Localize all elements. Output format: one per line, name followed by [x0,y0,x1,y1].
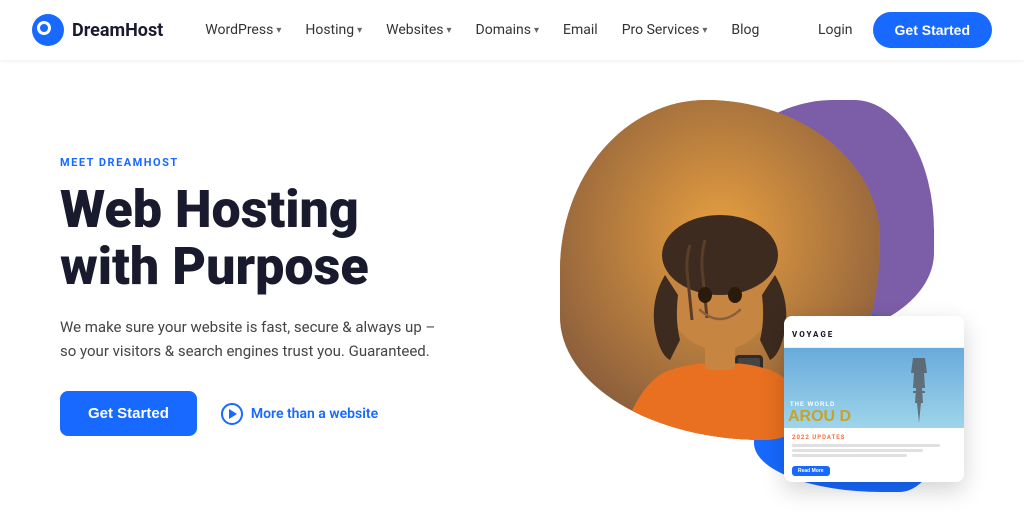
card-site-name: VOYAGE [792,330,834,339]
play-triangle [229,409,237,419]
card-updates-label: 2022 UPDATES [792,434,956,441]
hero-title-line1: Web Hosting [60,179,359,240]
nav-get-started-button[interactable]: Get Started [873,12,992,48]
nav-actions: Login Get Started [814,12,992,48]
nav-item-blog[interactable]: Blog [721,14,769,46]
nav-item-hosting[interactable]: Hosting [295,14,372,46]
card-header: VOYAGE [784,316,964,348]
hero-right: VOYAGE [540,90,964,502]
meet-label: MEET DREAMHOST [60,156,540,169]
logo-text: DreamHost [72,20,163,41]
card-desc-lines [792,444,956,457]
play-icon [221,403,243,425]
card-line-2 [792,449,923,452]
svg-text:AROU D: AROU D [788,408,851,425]
hero-section: MEET DREAMHOST Web Hosting with Purpose … [0,60,1024,522]
hero-actions: Get Started More than a website [60,391,540,436]
hero-left: MEET DREAMHOST Web Hosting with Purpose … [60,156,540,436]
more-than-link[interactable]: More than a website [221,403,378,425]
card-image-area: THE WORLD AROU D [784,348,964,428]
nav-item-domains[interactable]: Domains [466,14,549,46]
navbar: DreamHost WordPress Hosting Websites Dom… [0,0,1024,60]
dreamhost-logo-icon [32,14,64,46]
nav-item-wordpress[interactable]: WordPress [195,14,291,46]
card-cta-button[interactable]: Read More [792,466,830,476]
hero-description: We make sure your website is fast, secur… [60,315,440,363]
card-content: 2022 UPDATES Read More [784,428,964,482]
card-line-1 [792,444,940,447]
nav-item-pro-services[interactable]: Pro Services [612,14,718,46]
card-image-svg: THE WORLD AROU D [784,348,964,428]
nav-links: WordPress Hosting Websites Domains Email… [195,14,814,46]
nav-item-email[interactable]: Email [553,14,608,46]
hero-get-started-button[interactable]: Get Started [60,391,197,436]
login-button[interactable]: Login [814,14,857,46]
nav-item-websites[interactable]: Websites [376,14,461,46]
more-than-label: More than a website [251,406,378,422]
hero-title: Web Hosting with Purpose [60,181,540,295]
hero-title-line2: with Purpose [60,236,369,297]
card-line-3 [792,454,907,457]
logo[interactable]: DreamHost [32,14,163,46]
website-card: VOYAGE [784,316,964,482]
